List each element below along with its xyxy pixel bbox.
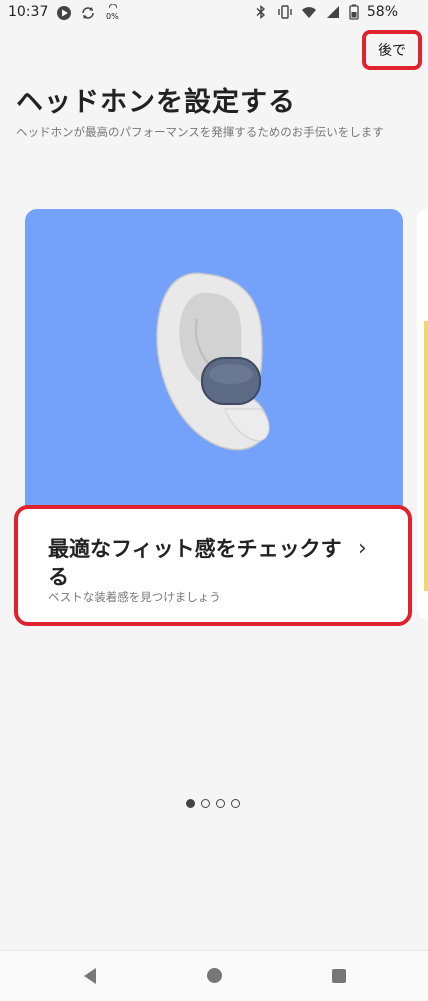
page-indicator [186, 799, 240, 808]
status-time: 10:37 [8, 4, 49, 20]
page-title: ヘッドホンを設定する [16, 87, 296, 118]
status-left-icons: 0% [56, 4, 122, 22]
system-nav-bar [0, 950, 428, 1001]
play-icon [57, 6, 71, 20]
status-right-icons: 58% [253, 4, 398, 20]
page-dot-2[interactable] [201, 799, 210, 808]
chevron-right-icon: › [358, 536, 367, 561]
home-icon[interactable] [207, 968, 222, 983]
recents-icon[interactable] [332, 969, 346, 983]
status-bar: 10:37 0% 58% [0, 0, 428, 26]
data-saver-icon: 0% [104, 4, 122, 22]
card-title: 最適なフィット感をチェックする [48, 537, 342, 589]
card-description: ベストな装着感を見つけましょう [48, 590, 221, 604]
page-dot-4[interactable] [231, 799, 240, 808]
network-speed: 0% [106, 12, 119, 21]
card-illustration [25, 209, 403, 509]
battery-level: 58% [366, 4, 398, 20]
signal-icon [326, 6, 339, 18]
page-dot-1[interactable] [186, 799, 195, 808]
ear-with-earbud-illustration [156, 272, 270, 451]
back-icon[interactable] [82, 967, 98, 985]
next-card-peek[interactable] [417, 209, 428, 619]
later-button[interactable]: 後で [362, 30, 422, 70]
battery-icon [349, 4, 359, 20]
page-dot-3[interactable] [216, 799, 225, 808]
page-subtitle: ヘッドホンが最高のパフォーマンスを発揮するためのお手伝いをします [16, 125, 384, 139]
vibrate-icon [278, 5, 292, 19]
sync-icon [82, 7, 94, 19]
next-card-accent [424, 321, 428, 591]
wifi-icon [301, 7, 316, 18]
bluetooth-icon [256, 5, 265, 19]
